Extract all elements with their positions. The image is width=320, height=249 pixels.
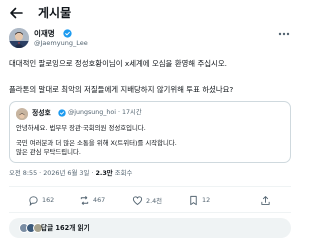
divider <box>9 212 291 213</box>
bookmark-icon <box>190 195 197 205</box>
share-action[interactable] <box>260 193 271 207</box>
view-count: 2.3만 <box>95 169 113 177</box>
bookmark-action[interactable]: 12 <box>188 193 210 207</box>
reply-count: 162 <box>42 196 55 204</box>
quoted-author-name: 정성호 <box>32 109 51 117</box>
quoted-text-line-2: 국민 여러분과 더 많은 소통을 위해 X(트위터)를 시작합니다. <box>16 139 177 147</box>
quoted-author-meta: @jungsung_hoi · 17시간 <box>68 109 142 116</box>
back-arrow-icon[interactable] <box>9 7 23 19</box>
post-text-line-1: 대대적인 팔로잉으로 정성호황이님이 x세계에 오심을 환영해 주십시오. <box>9 59 228 68</box>
post-text-line-2: 플라톤의 말대로 최악의 저질들에게 지배당하지 않기위해 투표 하셨나요? <box>9 85 234 94</box>
action-bar: 162 467 2.4천 12 <box>0 193 300 207</box>
post-author: 이재명 @Jaemyung_Lee <box>0 28 300 54</box>
repost-count: 467 <box>93 196 106 204</box>
bookmark-count: 12 <box>202 196 211 204</box>
verified-badge-icon <box>63 29 72 38</box>
reply-action[interactable]: 162 <box>28 193 54 207</box>
page-title: 게시물 <box>38 6 72 20</box>
author-avatar[interactable] <box>9 28 29 48</box>
quoted-text-line-1: 안녕하세요. 법무부 장관·국회의원 정성호입니다. <box>16 124 146 132</box>
top-bar: 게시물 <box>0 0 300 26</box>
repost-action[interactable]: 467 <box>79 193 105 207</box>
like-action[interactable]: 2.4천 <box>132 193 162 207</box>
like-count: 2.4천 <box>146 196 163 205</box>
heart-icon <box>132 195 143 205</box>
author-handle[interactable]: @Jaemyung_Lee <box>34 39 88 47</box>
post-meta: 오전 8:55 · 2026년 6월 3일 · 2.3만 조회수 <box>9 169 132 177</box>
reply-icon <box>29 195 38 206</box>
share-icon <box>261 195 270 205</box>
quoted-post[interactable]: 정성호 @jungsung_hoi · 17시간 안녕하세요. 법무부 장관·국… <box>9 101 291 163</box>
read-replies-button[interactable]: 답글 162개 읽기 <box>9 218 291 238</box>
quoted-author-avatar <box>16 108 28 120</box>
post-timestamp[interactable]: 오전 8:55 · 2026년 6월 3일 · <box>9 169 93 177</box>
quoted-text-line-3: 많은 관심 부탁드립니다. <box>16 148 81 156</box>
read-replies-label: 답글 162개 읽기 <box>41 224 90 232</box>
divider <box>9 186 291 187</box>
repost-icon <box>80 195 89 205</box>
view-count-label: 조회수 <box>114 169 133 177</box>
quoted-verified-badge-icon <box>58 108 66 117</box>
more-options-icon[interactable] <box>277 31 291 37</box>
author-name[interactable]: 이재명 <box>34 29 55 38</box>
